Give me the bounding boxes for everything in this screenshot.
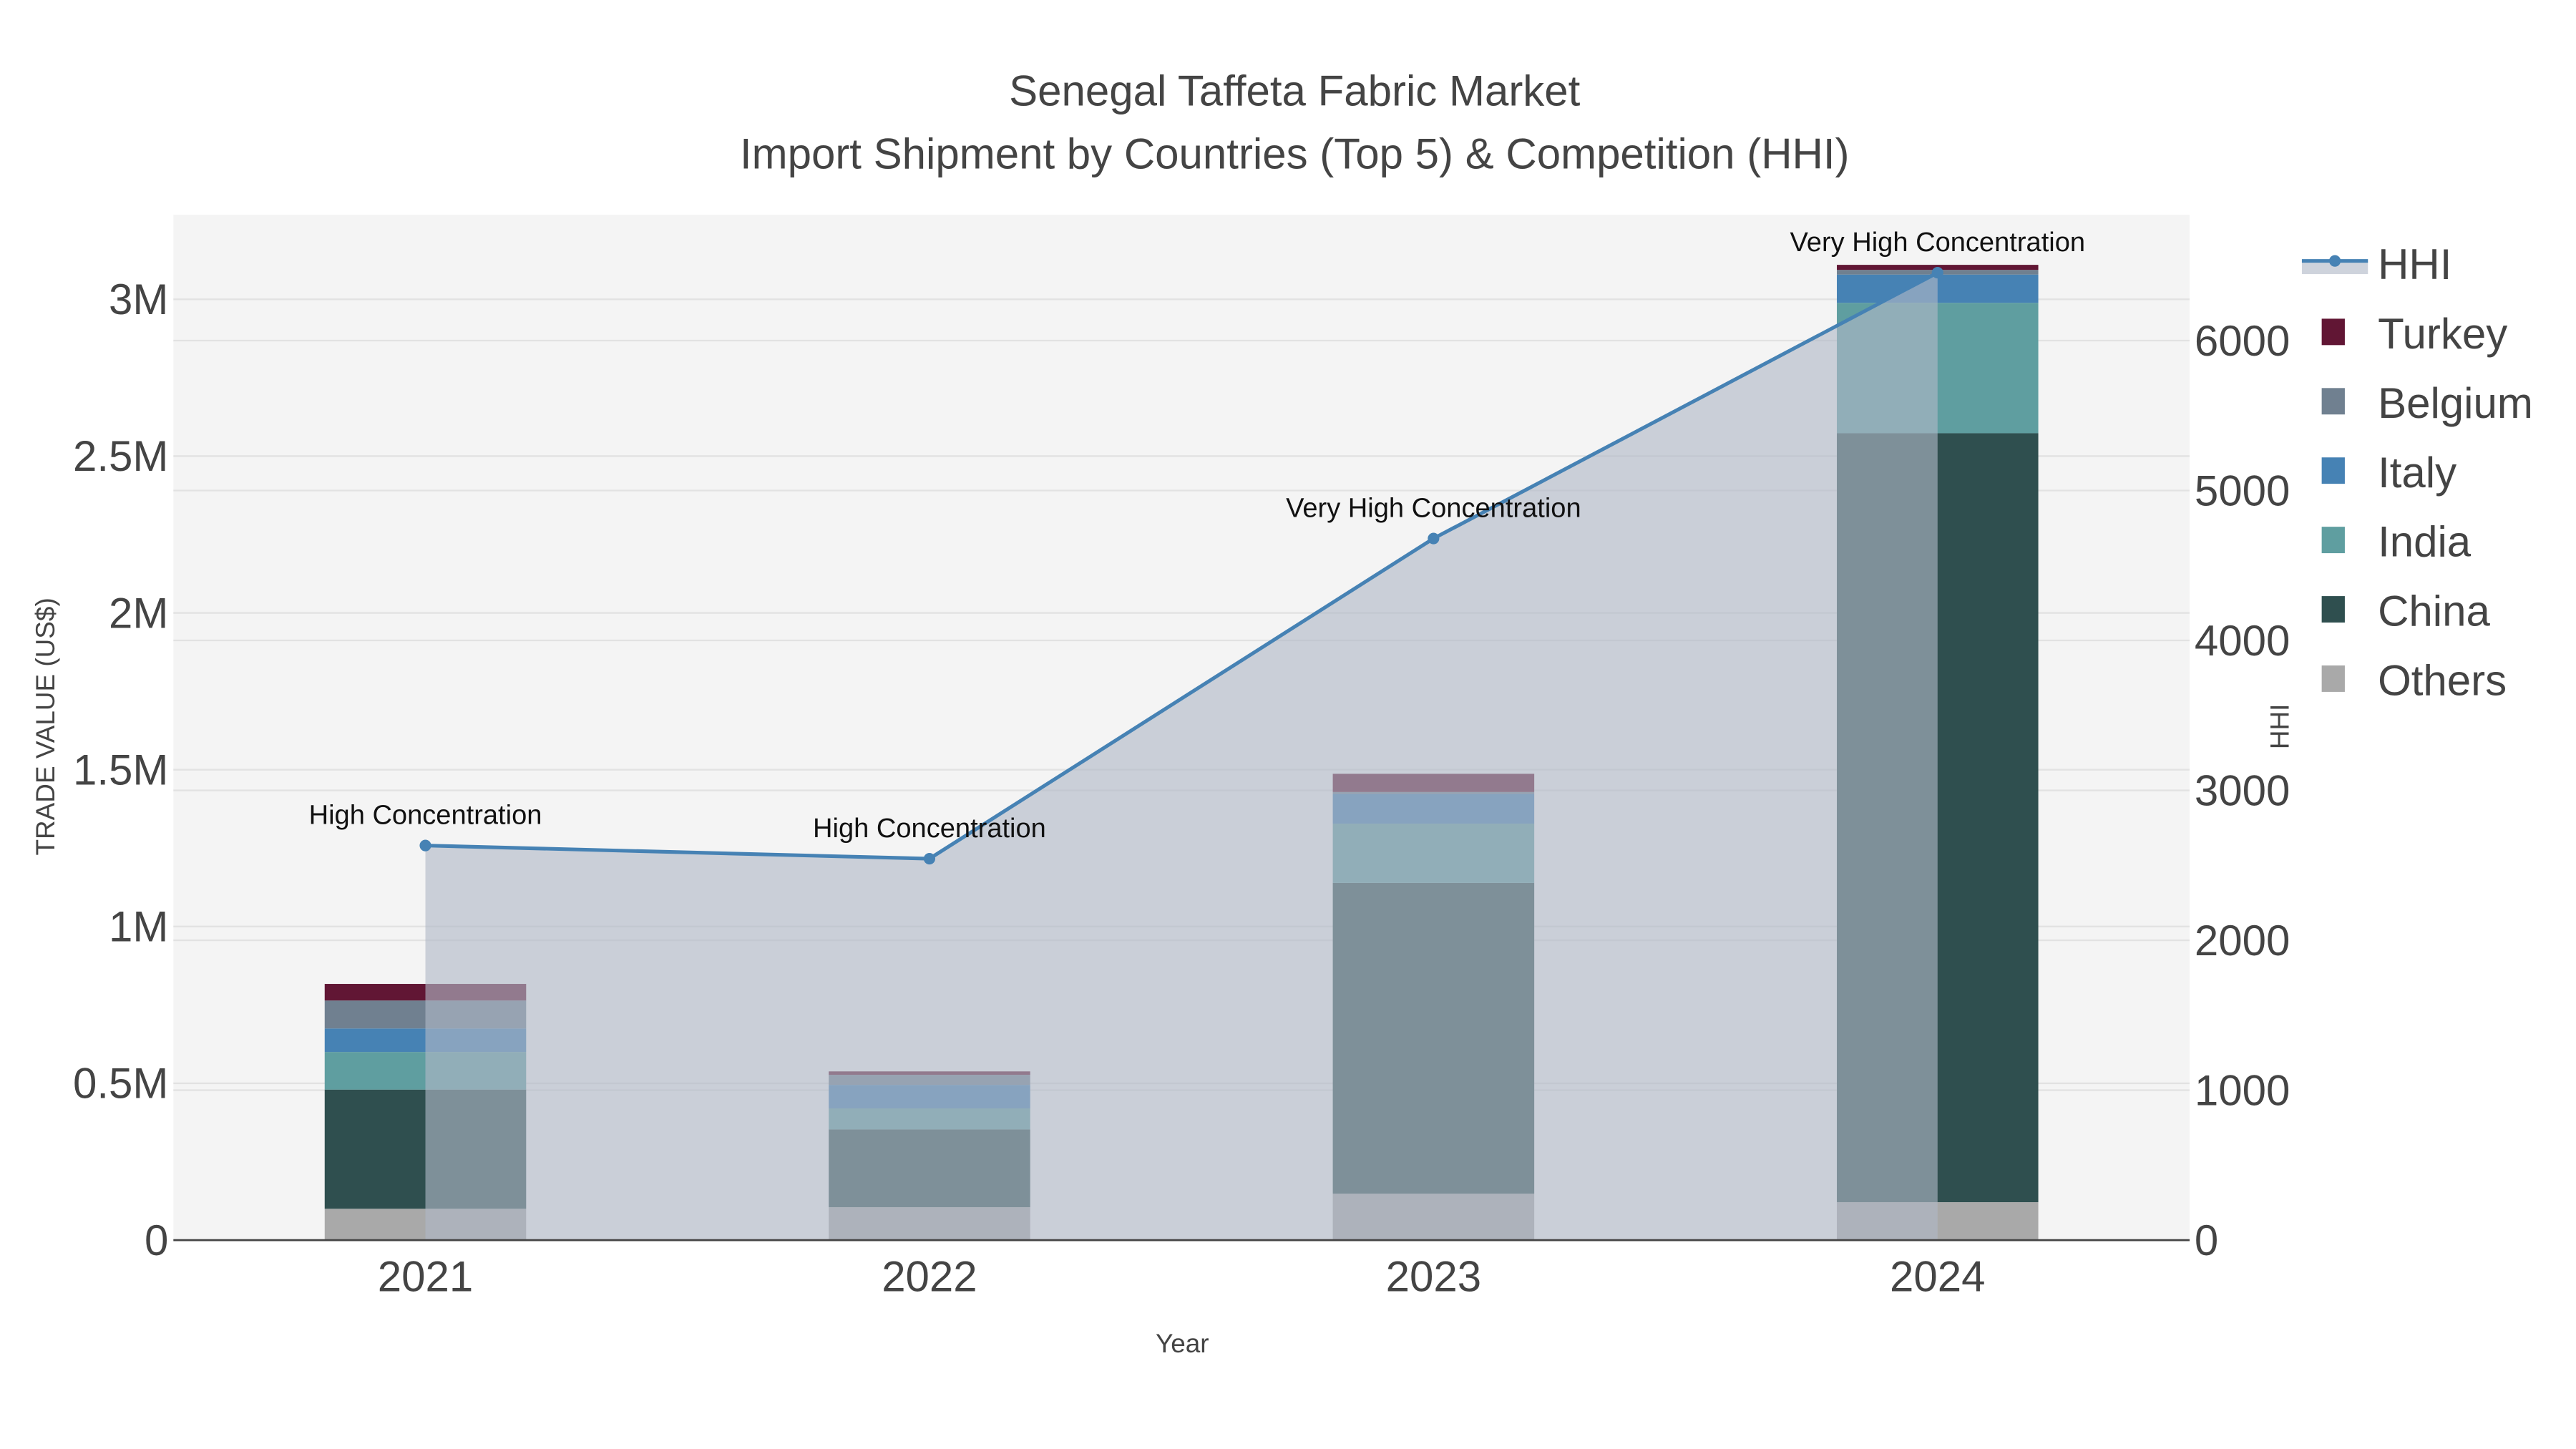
y2-tick-label: 2000 xyxy=(2195,917,2290,965)
annotation-label: Very High Concentration xyxy=(1790,228,2085,258)
legend-label: India xyxy=(2378,518,2472,566)
legend-label: Belgium xyxy=(2378,379,2533,427)
legend-item-china[interactable]: China xyxy=(2321,587,2491,635)
legend-swatch xyxy=(2321,388,2345,415)
y-axis-title: TRADE VALUE (US$) xyxy=(31,597,60,855)
legend-label: China xyxy=(2378,587,2490,635)
legend-item-turkey[interactable]: Turkey xyxy=(2321,310,2508,358)
chart-subtitle: Import Shipment by Countries (Top 5) & C… xyxy=(740,130,1850,177)
hhi-point-2024 xyxy=(1931,267,1943,279)
chart: 0 0.5M 1M 1.5M 2M 2.5M 3M 0 1000 2000 3000 4000 5000… xyxy=(31,67,2533,1358)
legend-item-italy[interactable]: Italy xyxy=(2321,449,2457,497)
legend-label: Italy xyxy=(2378,449,2457,497)
y-tick-label: 1.5M xyxy=(73,746,168,794)
hhi-point-2023 xyxy=(1428,532,1440,545)
legend-label: Turkey xyxy=(2378,310,2507,358)
annotation-label: Very High Concentration xyxy=(1286,494,1581,524)
legend-swatch xyxy=(2321,665,2345,692)
hhi-point-2021 xyxy=(419,839,431,852)
chart-title: Senegal Taffeta Fabric Market xyxy=(1009,67,1581,115)
x-tick-label: 2021 xyxy=(378,1253,473,1301)
y-tick-label: 3M xyxy=(109,275,168,323)
hhi-point-2022 xyxy=(923,852,936,865)
y2-axis-title: HHI xyxy=(2265,704,2294,750)
annotation-label: High Concentration xyxy=(813,814,1046,844)
legend: HHI Turkey Belgium Italy India China Others xyxy=(2301,240,2533,705)
y2-tick-label: 4000 xyxy=(2195,617,2290,665)
legend-label: Others xyxy=(2378,657,2507,705)
annotation-label: High Concentration xyxy=(309,801,542,831)
y2-tick-label: 5000 xyxy=(2195,467,2290,514)
y2-tick-label: 0 xyxy=(2195,1216,2218,1264)
x-tick-label: 2022 xyxy=(882,1253,977,1301)
x-axis-title: Year xyxy=(1156,1329,1209,1358)
y-tick-label: 2M xyxy=(109,589,168,637)
y-tick-label: 0.5M xyxy=(73,1060,168,1108)
y-tick-label: 0 xyxy=(145,1216,168,1264)
legend-item-india[interactable]: India xyxy=(2321,518,2472,566)
y-tick-label: 1M xyxy=(109,903,168,951)
legend-swatch xyxy=(2321,318,2345,346)
legend-item-others[interactable]: Others xyxy=(2321,657,2507,705)
x-tick-label: 2024 xyxy=(1890,1253,1985,1301)
legend-swatch xyxy=(2321,457,2345,484)
y-tick-label: 2.5M xyxy=(73,432,168,480)
x-tick-label: 2023 xyxy=(1386,1253,1481,1301)
legend-swatch xyxy=(2321,596,2345,623)
legend-label: HHI xyxy=(2378,240,2451,288)
legend-item-belgium[interactable]: Belgium xyxy=(2321,379,2533,427)
legend-swatch-marker xyxy=(2329,255,2341,267)
legend-swatch xyxy=(2321,527,2345,554)
y2-tick-label: 6000 xyxy=(2195,317,2290,365)
legend-item-hhi[interactable]: HHI xyxy=(2301,240,2451,288)
y2-tick-label: 1000 xyxy=(2195,1066,2290,1114)
y2-tick-label: 3000 xyxy=(2195,766,2290,814)
